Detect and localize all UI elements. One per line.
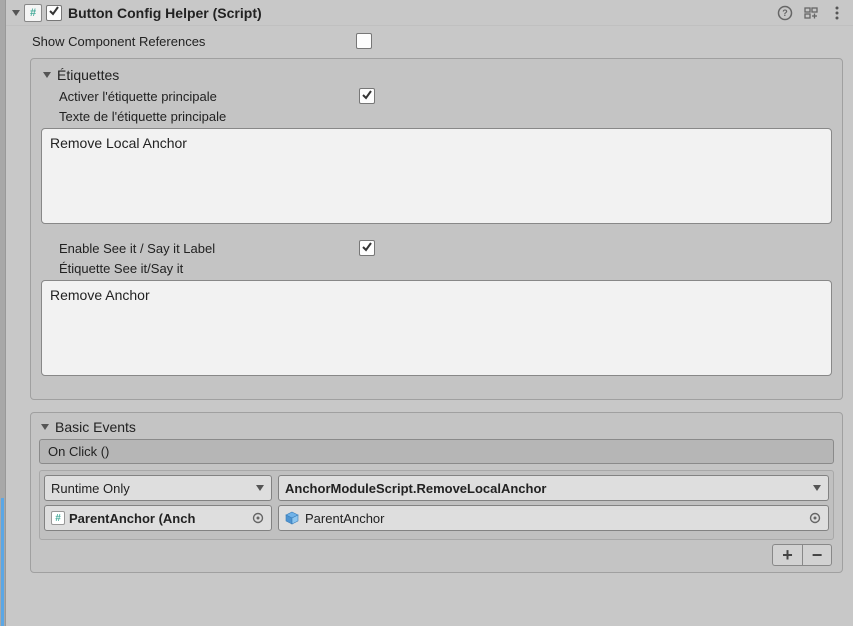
checkmark-icon <box>48 5 60 20</box>
component-body: Show Component References <box>6 26 853 52</box>
etiquettes-section: Étiquettes Activer l'étiquette principal… <box>30 58 843 400</box>
enable-component-checkbox[interactable] <box>46 5 62 21</box>
activer-etiquette-row: Activer l'étiquette principale <box>41 85 832 107</box>
component-header[interactable]: # Button Config Helper (Script) ? <box>6 0 853 26</box>
inspector-panel: # Button Config Helper (Script) ? Show C… <box>6 0 853 626</box>
object-picker-icon[interactable] <box>251 511 265 525</box>
component-title: Button Config Helper (Script) <box>68 5 777 21</box>
remove-event-button[interactable]: − <box>802 544 832 566</box>
script-icon: # <box>51 511 65 525</box>
show-component-references-row: Show Component References <box>16 30 843 52</box>
svg-text:?: ? <box>782 8 788 18</box>
enable-seeit-label: Enable See it / Say it Label <box>59 241 359 256</box>
basic-events-title: Basic Events <box>55 419 136 435</box>
activer-etiquette-label: Activer l'étiquette principale <box>59 89 359 104</box>
call-state-value: Runtime Only <box>51 481 130 496</box>
header-icons: ? <box>777 5 845 21</box>
texte-etiquette-input[interactable] <box>41 128 832 224</box>
method-value: AnchorModuleScript.RemoveLocalAnchor <box>285 481 546 496</box>
foldout-icon[interactable] <box>41 69 53 81</box>
event-row: # ParentAnchor (Anch ParentAnchor <box>44 505 829 531</box>
etiquettes-title: Étiquettes <box>57 67 119 83</box>
context-menu-icon[interactable] <box>829 5 845 21</box>
activer-etiquette-checkbox[interactable] <box>359 88 375 104</box>
enable-seeit-row: Enable See it / Say it Label <box>41 237 832 259</box>
presets-icon[interactable] <box>803 5 819 21</box>
script-icon: # <box>24 4 42 22</box>
argument-object-field[interactable]: ParentAnchor <box>278 505 829 531</box>
prefab-override-bar <box>1 498 4 626</box>
add-event-button[interactable]: + <box>772 544 802 566</box>
show-component-references-label: Show Component References <box>16 34 356 49</box>
seeit-etiquette-input[interactable] <box>41 280 832 376</box>
target-object-value: ParentAnchor (Anch <box>69 511 195 526</box>
foldout-icon[interactable] <box>39 421 51 433</box>
object-picker-icon[interactable] <box>808 511 822 525</box>
event-list-footer: + − <box>31 540 842 572</box>
argument-value: ParentAnchor <box>305 511 385 526</box>
seeit-etiquette-label: Étiquette See it/Say it <box>41 259 832 278</box>
chevron-down-icon <box>255 483 265 493</box>
show-component-references-checkbox[interactable] <box>356 33 372 49</box>
basic-events-header[interactable]: Basic Events <box>31 413 842 439</box>
checkmark-icon <box>361 89 373 104</box>
etiquettes-section-header[interactable]: Étiquettes <box>41 65 832 85</box>
texte-etiquette-label: Texte de l'étiquette principale <box>41 107 832 126</box>
basic-events-section: Basic Events On Click () Runtime Only An… <box>30 412 843 573</box>
gameobject-icon <box>285 511 299 525</box>
checkmark-icon <box>361 241 373 256</box>
event-list: Runtime Only AnchorModuleScript.RemoveLo… <box>39 470 834 540</box>
call-state-dropdown[interactable]: Runtime Only <box>44 475 272 501</box>
chevron-down-icon <box>812 483 822 493</box>
method-dropdown[interactable]: AnchorModuleScript.RemoveLocalAnchor <box>278 475 829 501</box>
target-object-field[interactable]: # ParentAnchor (Anch <box>44 505 272 531</box>
event-row: Runtime Only AnchorModuleScript.RemoveLo… <box>44 475 829 501</box>
help-icon[interactable]: ? <box>777 5 793 21</box>
enable-seeit-checkbox[interactable] <box>359 240 375 256</box>
foldout-icon[interactable] <box>10 7 22 19</box>
onclick-header: On Click () <box>39 439 834 464</box>
